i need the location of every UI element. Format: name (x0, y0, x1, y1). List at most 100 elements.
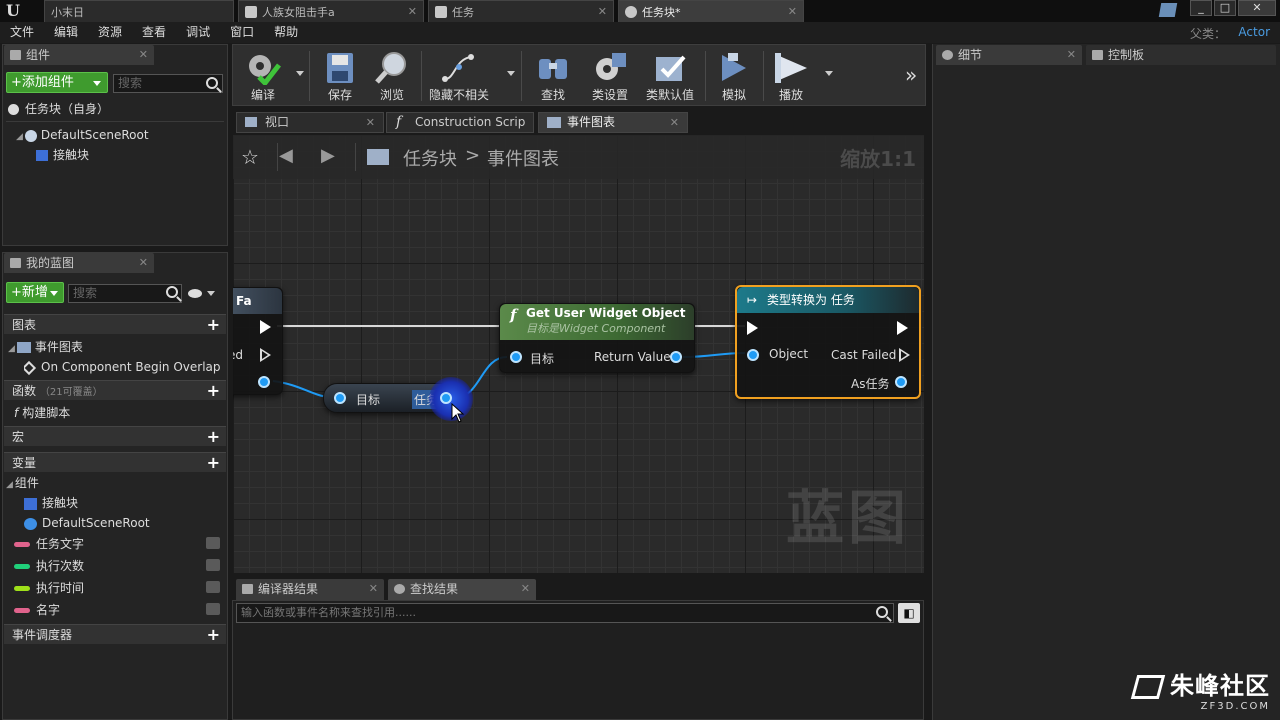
object-out-pin[interactable] (258, 376, 270, 388)
exec-out-pin[interactable] (260, 320, 271, 334)
find-button[interactable]: 查找 (527, 45, 579, 107)
tab-viewport[interactable]: 视口 ✕ (236, 112, 384, 133)
exec-in-pin[interactable] (747, 321, 758, 335)
close-icon[interactable]: ✕ (139, 253, 148, 273)
construction-script-item[interactable]: f 构建脚本 (14, 404, 70, 422)
maximize-button[interactable]: □ (1214, 0, 1236, 16)
menu-view[interactable]: 查看 (132, 22, 176, 43)
close-icon[interactable]: ✕ (598, 5, 607, 18)
variable-contact-box[interactable]: 接触块 (24, 494, 78, 512)
tab-details[interactable]: 细节 ✕ (936, 45, 1082, 65)
close-icon[interactable]: ✕ (1067, 45, 1076, 65)
menu-help[interactable]: 帮助 (264, 22, 308, 43)
doc-tab-level[interactable]: 小末日 (44, 0, 234, 22)
menu-debug[interactable]: 调试 (176, 22, 220, 43)
compile-button[interactable]: 编译 (237, 45, 289, 107)
doc-tab-task[interactable]: 任务 ✕ (428, 0, 614, 22)
section-event-dispatchers[interactable]: 事件调度器 + (4, 624, 226, 644)
save-button[interactable]: 保存 (315, 45, 365, 107)
section-variables[interactable]: 变量 + (4, 452, 226, 472)
event-node[interactable]: Fa ailed 手a (233, 287, 283, 395)
chevron-down-icon[interactable] (207, 291, 215, 296)
return-value-pin[interactable] (670, 351, 682, 363)
tab-compiler-results[interactable]: 编译器结果 ✕ (236, 579, 384, 600)
variable-default-scene-root[interactable]: DefaultSceneRoot (24, 514, 150, 532)
cast-to-task-node[interactable]: ↦ 类型转换为 任务 Object Cast Failed As任务 (735, 285, 921, 399)
doc-tab-sniper[interactable]: 人族女阻击手a ✕ (238, 0, 424, 22)
variable-row[interactable]: 名字 (14, 601, 226, 619)
section-graphs[interactable]: 图表 + (4, 314, 226, 334)
class-defaults-button[interactable]: 类默认值 (639, 45, 701, 107)
tab-event-graph[interactable]: 事件图表 ✕ (538, 112, 688, 133)
find-references-input[interactable]: 输入函数或事件名称来查找引用...... (236, 603, 894, 623)
blueprint-search-input[interactable]: 搜索 (68, 284, 182, 303)
source-control-icon[interactable] (1158, 3, 1178, 17)
close-window-button[interactable]: ✕ (1238, 0, 1276, 16)
variable-row[interactable]: 执行时间 (14, 579, 226, 597)
add-graph-icon[interactable]: + (207, 315, 220, 335)
find-in-all-blueprints-button[interactable]: ◧ (898, 603, 920, 623)
tab-find-results[interactable]: 查找结果 ✕ (388, 579, 536, 600)
tab-construction-script[interactable]: f Construction Scrip (386, 112, 534, 133)
as-task-out-pin[interactable] (895, 376, 907, 388)
chevron-down-icon[interactable] (296, 71, 304, 76)
component-self-item[interactable]: 任务块（自身） (8, 100, 109, 118)
exec-failed-pin[interactable] (260, 348, 271, 362)
visibility-eye-icon[interactable] (206, 581, 220, 593)
get-user-widget-object-node[interactable]: f Get User Widget Object 目标是Widget Compo… (499, 303, 695, 373)
class-settings-button[interactable]: 类设置 (583, 45, 637, 107)
section-macros[interactable]: 宏 + (4, 426, 226, 446)
target-in-pin[interactable] (510, 351, 522, 363)
my-blueprint-tab[interactable]: 我的蓝图 ✕ (4, 253, 154, 273)
add-variable-icon[interactable]: + (207, 453, 220, 473)
minimize-button[interactable]: _ (1190, 0, 1212, 16)
chevron-down-icon[interactable] (507, 71, 515, 76)
add-macro-icon[interactable]: + (207, 427, 220, 447)
toolbar-overflow-icon[interactable]: » (905, 63, 917, 87)
close-icon[interactable]: ✕ (788, 5, 797, 18)
parent-class-link[interactable]: Actor (1238, 25, 1270, 39)
variable-row[interactable]: 执行次数 (14, 557, 226, 575)
target-in-pin[interactable] (334, 392, 346, 404)
component-contact-box[interactable]: 接触块 (36, 146, 89, 164)
visibility-eye-icon[interactable] (206, 559, 220, 571)
component-default-scene-root[interactable]: ◢ DefaultSceneRoot (16, 126, 149, 146)
menu-assets[interactable]: 资源 (88, 22, 132, 43)
doc-tab-task-block[interactable]: 任务块* ✕ (618, 0, 804, 22)
compiler-icon (242, 584, 253, 594)
chevron-down-icon[interactable] (825, 71, 833, 76)
cast-failed-pin[interactable] (899, 348, 910, 362)
add-component-button[interactable]: +添加组件 (6, 72, 108, 93)
close-icon[interactable]: ✕ (366, 113, 375, 132)
event-graph-canvas[interactable]: ☆ ◀ ▶ 任务块 > 事件图表 缩放1:1 Fa ailed (233, 135, 924, 573)
visibility-eye-icon[interactable] (206, 537, 220, 549)
event-graph-item[interactable]: ◢ 事件图表 (8, 338, 83, 358)
add-function-icon[interactable]: + (207, 381, 220, 401)
section-functions[interactable]: 函数 （21可覆盖） + (4, 380, 226, 400)
add-dispatcher-icon[interactable]: + (207, 625, 220, 645)
simulate-button[interactable]: 模拟 (709, 45, 759, 107)
menu-window[interactable]: 窗口 (220, 22, 264, 43)
components-tab[interactable]: 组件 ✕ (4, 45, 154, 65)
eye-icon[interactable] (188, 289, 202, 298)
hide-unrelated-button[interactable]: 隐藏不相关 (425, 45, 493, 107)
search-icon[interactable] (876, 606, 888, 618)
browse-button[interactable]: 浏览 (367, 45, 417, 107)
play-button[interactable]: 播放 (765, 45, 817, 107)
event-overlap-item[interactable]: On Component Begin Overlap ( (24, 358, 224, 376)
tab-palette[interactable]: 控制板 (1086, 45, 1276, 65)
visibility-eye-icon[interactable] (206, 603, 220, 615)
close-icon[interactable]: ✕ (408, 5, 417, 18)
close-icon[interactable]: ✕ (139, 45, 148, 65)
menu-edit[interactable]: 编辑 (44, 22, 88, 43)
close-icon[interactable]: ✕ (369, 579, 378, 599)
close-icon[interactable]: ✕ (670, 113, 679, 132)
components-category[interactable]: ◢ 组件 (6, 474, 39, 494)
add-new-button[interactable]: +新增 (6, 282, 64, 303)
menu-file[interactable]: 文件 (0, 22, 44, 43)
object-in-pin[interactable] (747, 349, 759, 361)
item-label: 接触块 (53, 148, 90, 162)
close-icon[interactable]: ✕ (521, 579, 530, 599)
variable-row[interactable]: 任务文字 (14, 535, 226, 553)
exec-out-pin[interactable] (897, 321, 908, 335)
